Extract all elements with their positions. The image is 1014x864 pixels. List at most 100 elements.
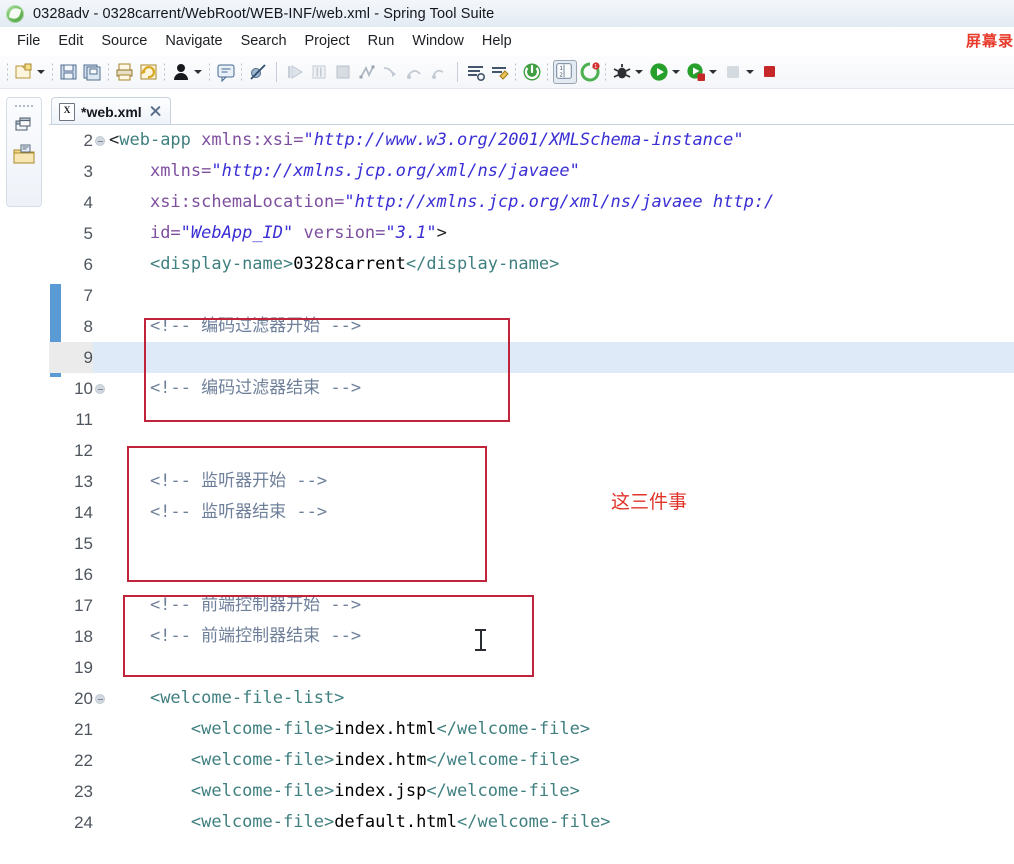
menu-search[interactable]: Search bbox=[232, 31, 296, 51]
code-line[interactable]: 21 <welcome-file>index.html</welcome-fil… bbox=[49, 714, 1014, 745]
open-task-icon[interactable] bbox=[465, 61, 487, 83]
menu-help[interactable]: Help bbox=[473, 31, 521, 51]
fold-collapse-icon[interactable] bbox=[95, 384, 105, 394]
code-line[interactable]: 13 <!-- 监听器开始 --> bbox=[49, 466, 1014, 497]
code-token-val: "WebApp_ID" bbox=[180, 223, 294, 243]
line-number: 5 bbox=[83, 224, 93, 243]
spring-refresh-icon[interactable]: 1 bbox=[579, 61, 601, 83]
toolbar-drag-handle-4[interactable] bbox=[163, 61, 167, 82]
new-connector-icon[interactable] bbox=[489, 61, 511, 83]
code-text: <!-- 监听器结束 --> bbox=[109, 497, 327, 528]
code-line[interactable]: 11 bbox=[49, 404, 1014, 435]
code-text: xsi:schemaLocation="http://xmlns.jcp.org… bbox=[109, 187, 774, 218]
code-line[interactable]: 7 bbox=[49, 280, 1014, 311]
code-line[interactable]: 10 <!-- 编码过滤器结束 --> bbox=[49, 373, 1014, 404]
menu-edit[interactable]: Edit bbox=[49, 31, 92, 51]
toolbar-drag-handle-5[interactable] bbox=[208, 61, 212, 82]
package-explorer-icon[interactable] bbox=[11, 142, 37, 168]
code-token-txt: 0328carrent bbox=[293, 254, 406, 274]
code-line[interactable]: 20 <welcome-file-list> bbox=[49, 683, 1014, 714]
toolbar-drag-handle-7[interactable] bbox=[514, 61, 518, 82]
menu-window[interactable]: Window bbox=[403, 31, 473, 51]
main-toolbar: 1 2 1 bbox=[0, 55, 1014, 89]
code-token-cmt: <!-- 前端控制器结束 --> bbox=[109, 626, 362, 646]
step-into-icon bbox=[380, 61, 402, 83]
code-line[interactable]: 3 xmlns="http://xmlns.jcp.org/xml/ns/jav… bbox=[49, 156, 1014, 187]
stop-server-dropdown-arrow[interactable] bbox=[745, 61, 756, 83]
fold-collapse-icon[interactable] bbox=[95, 136, 105, 146]
code-token-pun bbox=[109, 812, 191, 832]
suspend-icon bbox=[308, 61, 330, 83]
line-number: 15 bbox=[74, 534, 93, 553]
code-line[interactable]: 2 <web-app xmlns:xsi="http://www.w3.org/2… bbox=[49, 125, 1014, 156]
terminate-red-icon[interactable] bbox=[759, 61, 781, 83]
code-line[interactable]: 14 <!-- 监听器结束 --> bbox=[49, 497, 1014, 528]
menu-run[interactable]: Run bbox=[359, 31, 404, 51]
line-number: 22 bbox=[74, 751, 93, 770]
code-token-pun: < bbox=[109, 130, 120, 150]
close-icon[interactable] bbox=[149, 105, 162, 118]
xml-source-editor[interactable]: 2 <web-app xmlns:xsi="http://www.w3.org/2… bbox=[49, 124, 1014, 864]
toolbar-drag-handle-1[interactable] bbox=[6, 61, 10, 82]
open-type-icon[interactable] bbox=[170, 61, 192, 83]
debug-icon[interactable] bbox=[611, 61, 633, 83]
code-line[interactable]: 8 <!-- 编码过滤器开始 --> bbox=[49, 311, 1014, 342]
menu-project[interactable]: Project bbox=[296, 31, 359, 51]
svg-text:1: 1 bbox=[559, 66, 562, 72]
toolbar-drag-handle-9[interactable] bbox=[604, 61, 608, 82]
code-line[interactable]: 17 <!-- 前端控制器开始 --> bbox=[49, 590, 1014, 621]
code-line[interactable]: 9 bbox=[49, 342, 1014, 373]
fold-collapse-icon[interactable] bbox=[95, 694, 105, 704]
code-line[interactable]: 12 bbox=[49, 435, 1014, 466]
code-line[interactable]: 23 <welcome-file>index.jsp</welcome-file… bbox=[49, 776, 1014, 807]
toolbar-drag-handle-2[interactable] bbox=[51, 61, 55, 82]
line-number: 12 bbox=[74, 441, 93, 460]
step-over-icon bbox=[404, 61, 426, 83]
code-line[interactable]: 15 bbox=[49, 528, 1014, 559]
debug-dropdown-arrow[interactable] bbox=[634, 61, 645, 83]
line-number: 17 bbox=[74, 596, 93, 615]
code-line[interactable]: 6 <display-name>0328carrent</display-nam… bbox=[49, 249, 1014, 280]
code-token-tag: <welcome-file> bbox=[190, 719, 335, 739]
toolbar-drag-handle-3[interactable] bbox=[107, 61, 111, 82]
code-token-cmt: <!-- 监听器开始 --> bbox=[109, 471, 328, 491]
run-on-server-icon[interactable] bbox=[685, 61, 707, 83]
run-on-server-dropdown-arrow[interactable] bbox=[708, 61, 719, 83]
open-type-dropdown-arrow[interactable] bbox=[193, 61, 204, 83]
code-line[interactable]: 4 xsi:schemaLocation="http://xmlns.jcp.o… bbox=[49, 187, 1014, 218]
fast-view-drag-grip[interactable] bbox=[14, 100, 34, 110]
code-line[interactable]: 24 <welcome-file>default.html</welcome-f… bbox=[49, 807, 1014, 838]
run-icon[interactable] bbox=[648, 61, 670, 83]
code-token-pun bbox=[109, 223, 150, 243]
new-wizard-icon[interactable] bbox=[13, 61, 35, 83]
skip-all-breakpoints-icon[interactable] bbox=[247, 61, 269, 83]
menu-file[interactable]: File bbox=[8, 31, 49, 51]
print-icon[interactable] bbox=[114, 61, 136, 83]
new-comment-icon[interactable] bbox=[215, 61, 237, 83]
new-wizard-dropdown-arrow[interactable] bbox=[36, 61, 47, 83]
toggle-mark-occurrences-icon[interactable]: 1 2 bbox=[553, 59, 577, 84]
code-token-pun: > bbox=[436, 223, 447, 243]
svg-text:1: 1 bbox=[594, 64, 597, 70]
menu-source[interactable]: Source bbox=[92, 31, 156, 51]
run-dropdown-arrow[interactable] bbox=[671, 61, 682, 83]
save-all-icon[interactable] bbox=[82, 61, 104, 83]
restore-view-icon[interactable] bbox=[11, 113, 37, 139]
menu-navigate[interactable]: Navigate bbox=[156, 31, 231, 51]
code-line[interactable]: 5 id="WebApp_ID" version="3.1"> bbox=[49, 218, 1014, 249]
code-line[interactable]: 16 bbox=[49, 559, 1014, 590]
code-line[interactable]: 22 <welcome-file>index.htm</welcome-file… bbox=[49, 745, 1014, 776]
save-icon[interactable] bbox=[58, 61, 80, 83]
text-cursor-icon bbox=[475, 629, 486, 651]
line-number: 16 bbox=[74, 565, 93, 584]
boot-dashboard-icon[interactable] bbox=[521, 61, 543, 83]
toolbar-drag-handle-8[interactable] bbox=[546, 61, 550, 82]
code-token-attr: id= bbox=[149, 223, 181, 243]
code-line[interactable]: 18 <!-- 前端控制器结束 --> bbox=[49, 621, 1014, 652]
code-line[interactable]: 19 bbox=[49, 652, 1014, 683]
refresh-icon[interactable] bbox=[138, 61, 160, 83]
code-token-tag: </welcome-file> bbox=[436, 719, 591, 739]
editor-tab-web-xml[interactable]: X *web.xml bbox=[51, 97, 171, 125]
toolbar-drag-handle-6[interactable] bbox=[240, 61, 244, 82]
line-number: 11 bbox=[75, 410, 93, 429]
